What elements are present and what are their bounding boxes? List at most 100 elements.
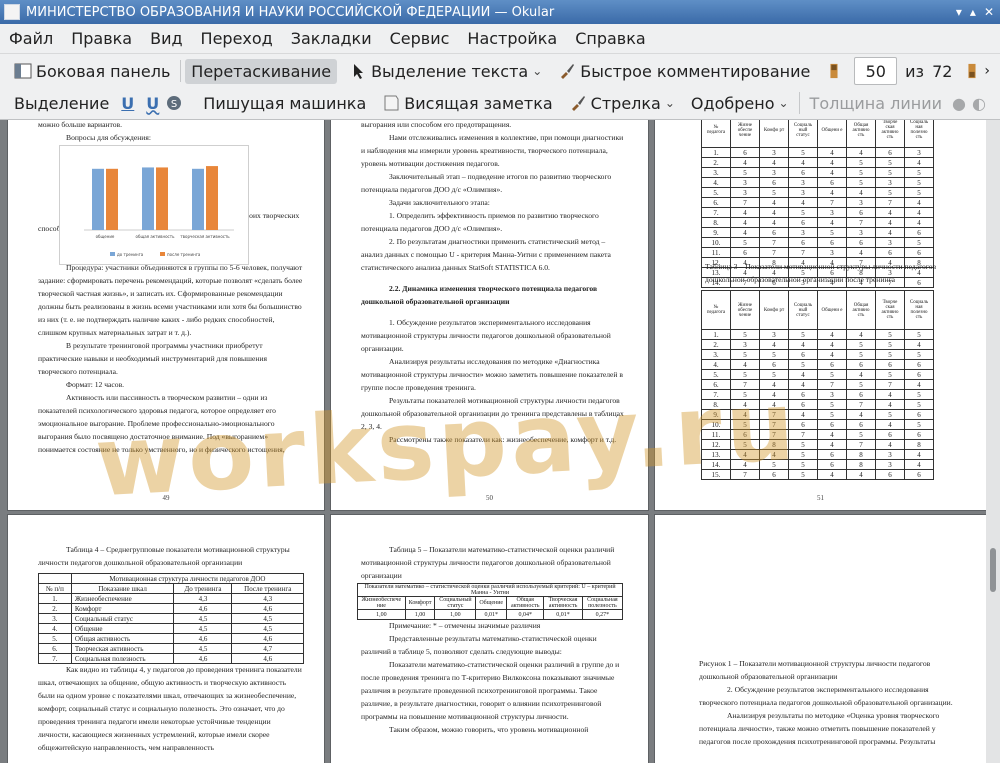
- arrow-button[interactable]: Стрелка ⌄: [563, 91, 681, 116]
- quick-annotation-button[interactable]: Быстрое комментирование: [552, 59, 816, 84]
- table-cell: 4: [730, 359, 760, 370]
- table-row: 2. 3 4 4 4 5 5 4: [701, 339, 934, 350]
- table-row: 6. Творческая активность 4,5 4,7: [38, 643, 304, 654]
- table-cell: 1,00: [404, 609, 436, 620]
- stamp-approved-button[interactable]: Одобрено ⌄: [685, 91, 795, 116]
- menu-tools[interactable]: Сервис: [381, 29, 459, 48]
- table-row: 5. Общая активность 4,6 4,6: [38, 633, 304, 644]
- table-cell: Комфорт: [70, 603, 175, 614]
- menu-view[interactable]: Вид: [141, 29, 191, 48]
- table-header: Жизнеобеспече ние Комфорт Социальный стату…: [357, 596, 624, 610]
- table-cell: 6: [759, 359, 789, 370]
- table-cell: 6: [759, 177, 789, 188]
- table-cell: 4: [730, 459, 760, 470]
- chevron-down-icon[interactable]: ⌄: [778, 96, 788, 110]
- close-icon[interactable]: ✕: [984, 5, 994, 19]
- category-label: творческая активность: [180, 234, 230, 239]
- table-cell: 5: [875, 187, 905, 198]
- maximize-icon[interactable]: ▴: [970, 5, 976, 19]
- menu-edit[interactable]: Правка: [62, 29, 141, 48]
- table-cell: 2.: [701, 339, 731, 350]
- table-cell: Комфо рт: [759, 290, 789, 330]
- table-cell: 7: [875, 197, 905, 208]
- toolbar-overflow-icon[interactable]: ›: [984, 63, 990, 79]
- table-cell: 4,5: [231, 623, 304, 634]
- opacity-icon[interactable]: ◐: [972, 94, 986, 113]
- table-row: 1. 5 3 5 4 4 5 5: [701, 329, 934, 340]
- popup-note-button[interactable]: Висящая заметка: [376, 91, 558, 116]
- table-cell: 6: [875, 359, 905, 370]
- table-cell: 6: [817, 459, 847, 470]
- highlight-button[interactable]: Выделение: [8, 91, 115, 116]
- typewriter-button[interactable]: Пишущая машинка: [197, 91, 372, 116]
- table-cell: 4: [817, 349, 847, 360]
- color-icon[interactable]: ●: [952, 94, 966, 113]
- table-cell: 3.: [38, 613, 72, 624]
- table-cell: 7: [817, 379, 847, 390]
- table-cell: 4,6: [231, 633, 304, 644]
- table-cell: 2.: [38, 603, 72, 614]
- table-cell: 5: [730, 349, 760, 360]
- table-cell: 5.: [38, 633, 72, 644]
- table-cell: 4: [904, 207, 934, 218]
- table-row: 1. 6 3 5 4 4 6 3: [701, 147, 934, 158]
- underline-icon[interactable]: U: [121, 94, 134, 113]
- table-cell: 6: [875, 247, 905, 258]
- table-cell: 6: [788, 389, 818, 400]
- table-cell: Мотивационная структура личности педагог…: [70, 573, 305, 584]
- window-title: МИНИСТЕРСТВО ОБРАЗОВАНИЯ И НАУКИ РОССИЙС…: [26, 4, 555, 20]
- legend-swatch: [160, 252, 165, 256]
- minimize-icon[interactable]: ▾: [956, 5, 962, 19]
- table-row: 7. Социальная полезность 4,6 4,6: [38, 653, 304, 664]
- table-cell: Социаль ная полезно сть: [904, 290, 934, 330]
- drag-mode-button[interactable]: Перетаскивание: [185, 58, 338, 84]
- table-cell: 5: [788, 359, 818, 370]
- table-cell: 6: [817, 177, 847, 188]
- menu-bookmarks[interactable]: Закладки: [282, 29, 381, 48]
- next-page-icon[interactable]: [964, 62, 980, 80]
- table-cell: 5: [846, 167, 876, 178]
- menu-help[interactable]: Справка: [566, 29, 655, 48]
- table-cell: 5: [904, 167, 934, 178]
- table-cell: 7: [846, 399, 876, 410]
- text-select-button[interactable]: Выделение текста ⌄: [343, 59, 548, 84]
- table-cell: Творче ская активно сть: [875, 290, 905, 330]
- sidebar-button[interactable]: Боковая панель: [8, 59, 176, 84]
- page-number-input[interactable]: 50: [854, 57, 898, 85]
- chevron-down-icon[interactable]: ⌄: [532, 64, 542, 78]
- table-cell: 5: [817, 399, 847, 410]
- table-3: № педагога Жизне обеспе чение Комфо рт Соци…: [701, 290, 934, 480]
- table-cell: 4,6: [173, 633, 233, 644]
- table-cell: 5: [875, 339, 905, 350]
- table-cell: 5: [846, 339, 876, 350]
- table-cell: 10.: [701, 237, 731, 248]
- menu-file[interactable]: Файл: [0, 29, 62, 48]
- table-cell: 5: [788, 439, 818, 450]
- squiggly-underline-icon[interactable]: U: [146, 94, 159, 113]
- previous-page-icon[interactable]: [826, 62, 842, 80]
- line-width-button[interactable]: Толщина линии: [804, 91, 949, 116]
- table-row: 1. Жизнеобеспечение 4,3 4,3: [38, 593, 304, 604]
- chevron-down-icon[interactable]: ⌄: [665, 96, 675, 110]
- table-row: 9. 4 7 4 5 4 5 6: [701, 409, 934, 420]
- document-view[interactable]: можно больше вариантов. Вопросы для обсу…: [0, 120, 986, 763]
- menu-settings[interactable]: Настройка: [458, 29, 566, 48]
- table-row: 10. 5 7 6 6 6 3 5: [701, 237, 934, 248]
- table-cell: 6: [817, 237, 847, 248]
- vertical-scrollbar[interactable]: [986, 120, 1000, 763]
- table-cell: 7: [759, 237, 789, 248]
- table-row: 15. 7 6 5 4 4 6 6: [701, 469, 934, 480]
- scrollbar-thumb[interactable]: [990, 548, 996, 592]
- page-total: 72: [932, 61, 953, 81]
- table-cell: 4: [904, 217, 934, 228]
- menu-go[interactable]: Переход: [192, 29, 282, 48]
- table-cell: 6: [788, 349, 818, 360]
- strikeout-icon[interactable]: S: [165, 94, 183, 112]
- table-cell: 5: [875, 329, 905, 340]
- table-cell: 7.: [701, 389, 731, 400]
- table-row: 2. Комфорт 4,6 4,6: [38, 603, 304, 614]
- stamp-approved-label: Одобрено: [690, 93, 775, 113]
- table-cell: 4: [730, 449, 760, 460]
- table-cell: 5: [817, 227, 847, 238]
- table-cell: 4: [846, 409, 876, 420]
